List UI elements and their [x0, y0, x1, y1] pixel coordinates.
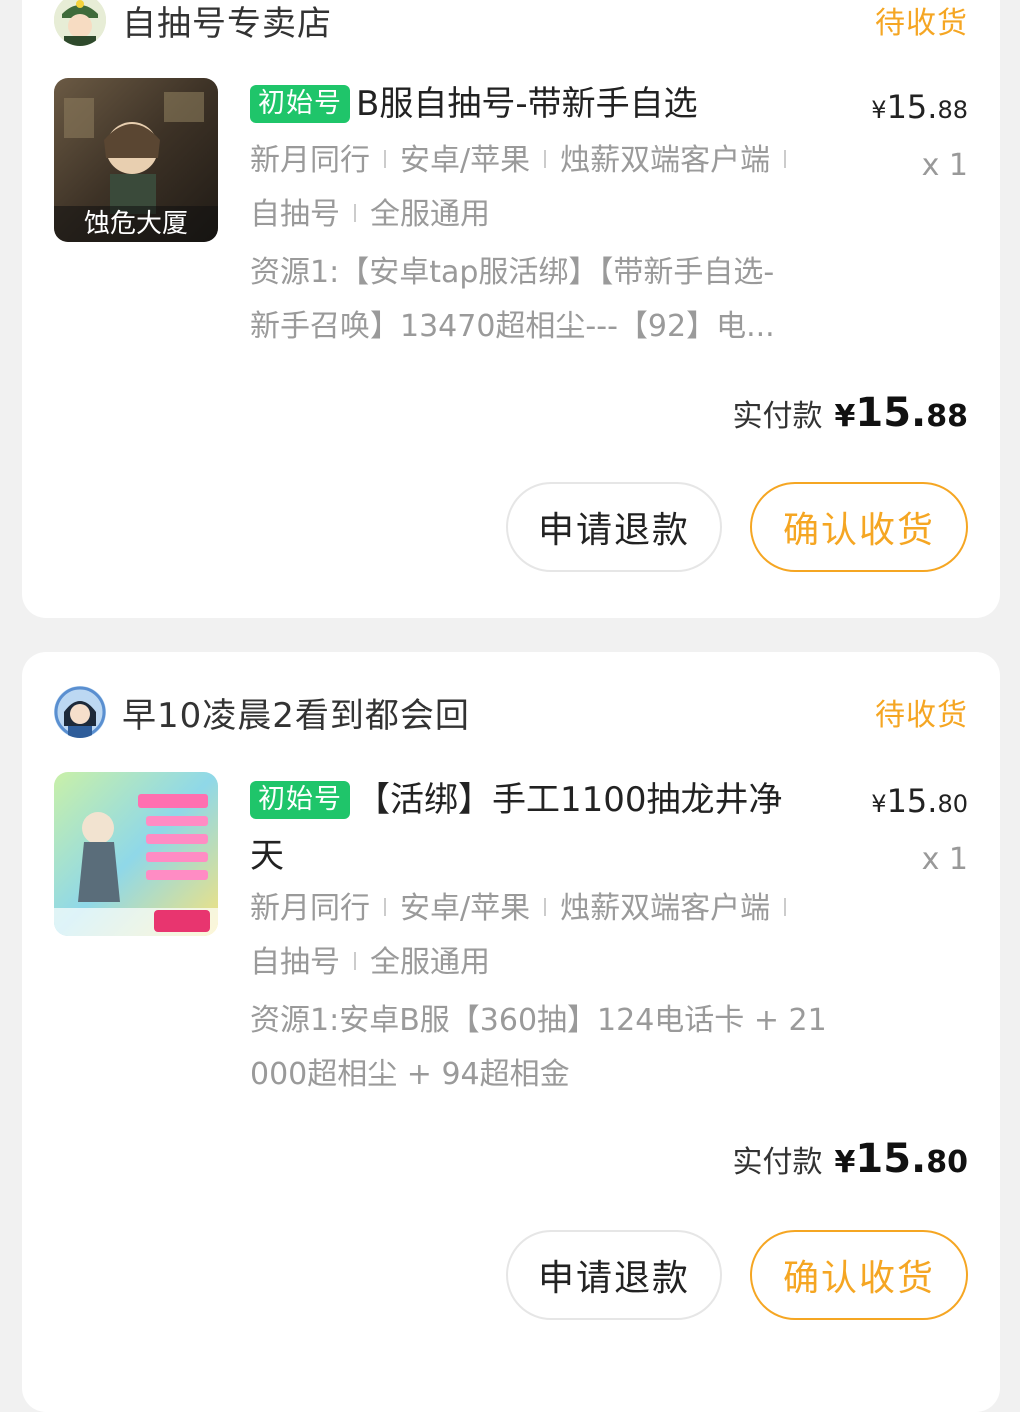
product-title-text: 天 — [250, 836, 284, 876]
unit-price: ¥15.80 — [871, 782, 968, 820]
product-thumbnail[interactable] — [54, 772, 218, 936]
order-status: 待收货 — [875, 698, 968, 733]
shop-header[interactable]: 早10凌晨2看到都会回 待收货 — [54, 682, 968, 742]
thumb-caption: 蚀危大厦 — [84, 209, 188, 239]
order-status: 待收货 — [875, 6, 968, 41]
spec-line: 新月同行 安卓/苹果 烛薪双端客户端 — [250, 882, 860, 936]
resource-line: 000超相尘 + 94超相金 — [250, 1057, 570, 1092]
unit-price: ¥15.88 — [871, 88, 968, 126]
tag-badge: 初始号 — [250, 85, 350, 123]
quantity: x 1 — [921, 842, 968, 877]
shop-name: 早10凌晨2看到都会回 — [122, 695, 470, 736]
shop-name: 自抽号专卖店 — [122, 3, 332, 44]
refund-button[interactable]: 申请退款 — [506, 1230, 722, 1320]
product-title-text: B服自抽号-带新手自选 — [356, 84, 698, 124]
tag-badge: 初始号 — [250, 781, 350, 819]
order-card: 自抽号专卖店 待收货 蚀危大厦 初始号 B服自抽号-带新手自选 ¥15.88 x… — [22, 0, 1000, 618]
spec-line: 新月同行 安卓/苹果 烛薪双端客户端 — [250, 134, 860, 188]
order-card: 早10凌晨2看到都会回 待收货 初始号 【活绑】手工1100抽龙井净 天 ¥15… — [22, 652, 1000, 1412]
paid-amount: 实付款 ¥15.80 — [732, 1136, 968, 1182]
product-title[interactable]: 初始号 【活绑】手工1100抽龙井净天 — [250, 772, 850, 884]
resource-line: 新手召唤】13470超相尘---【92】电... — [250, 309, 775, 344]
refund-button[interactable]: 申请退款 — [506, 482, 722, 572]
resource-line: 资源1:安卓B服【360抽】124电话卡 + 21 — [250, 1003, 827, 1038]
shop-header[interactable]: 自抽号专卖店 待收货 — [54, 0, 968, 50]
resource-line: 资源1:【安卓tap服活绑】【带新手自选- — [250, 255, 775, 290]
product-thumbnail[interactable]: 蚀危大厦 — [54, 78, 218, 242]
product-title-text: 【活绑】手工1100抽龙井净 — [356, 780, 783, 820]
shop-avatar — [54, 0, 106, 46]
spec-line: 自抽号 全服通用 — [250, 197, 490, 232]
product-title[interactable]: 初始号 B服自抽号-带新手自选 — [250, 76, 850, 132]
quantity: x 1 — [921, 148, 968, 183]
confirm-receipt-button[interactable]: 确认收货 — [750, 1230, 968, 1320]
shop-avatar — [54, 686, 106, 738]
spec-line: 自抽号 全服通用 — [250, 945, 490, 980]
paid-amount: 实付款 ¥15.88 — [732, 390, 968, 436]
confirm-receipt-button[interactable]: 确认收货 — [750, 482, 968, 572]
